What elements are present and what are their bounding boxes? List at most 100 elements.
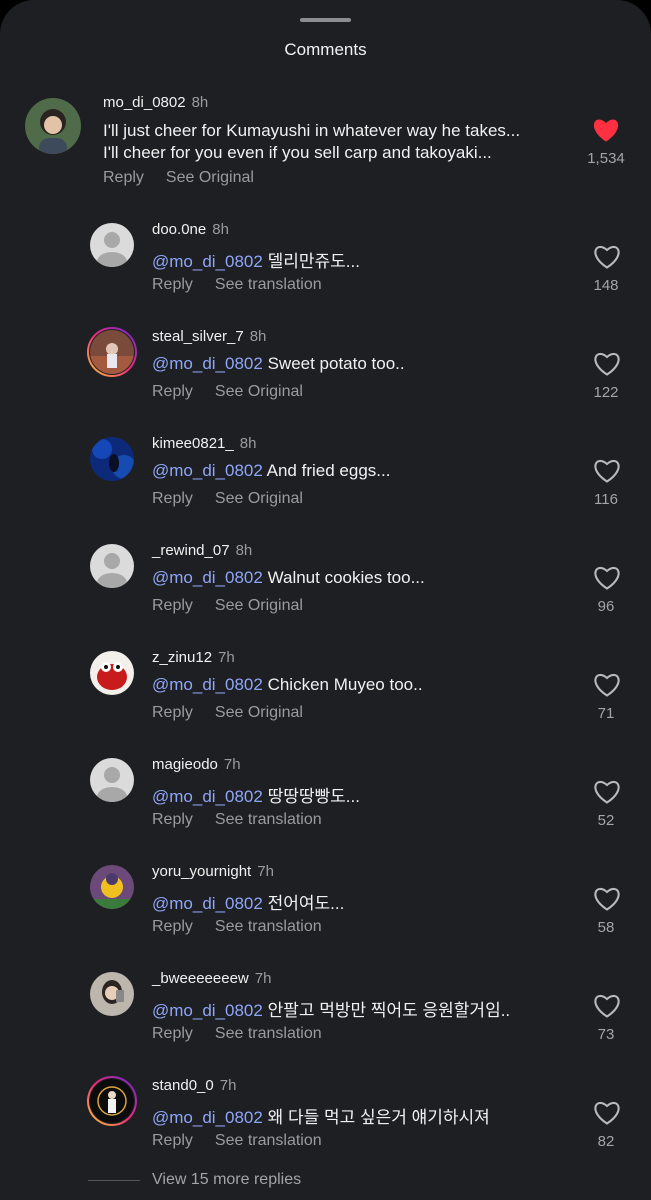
timestamp: 7h	[223, 756, 241, 773]
see-translation-button[interactable]: See translation	[215, 276, 322, 293]
heart-filled-icon[interactable]	[592, 117, 620, 143]
reply-button[interactable]: Reply	[103, 169, 144, 186]
reply-comment: magieodo 7h @mo_di_0802 땅땅땅빵도... Reply See…	[0, 750, 651, 850]
reply-button[interactable]: Reply	[152, 1132, 193, 1149]
avatar[interactable]	[90, 330, 134, 374]
timestamp: 8h	[191, 94, 209, 111]
see-original-button[interactable]: See Original	[215, 597, 303, 614]
mention-link[interactable]: @mo_di_0802	[152, 252, 263, 271]
mention-link[interactable]: @mo_di_0802	[152, 787, 263, 806]
reply-button[interactable]: Reply	[152, 490, 193, 507]
avatar[interactable]	[25, 98, 81, 154]
heart-outline-icon[interactable]	[593, 565, 621, 591]
username[interactable]: kimee0821_	[152, 435, 234, 452]
timestamp: 7h	[218, 649, 235, 666]
avatar[interactable]	[90, 437, 134, 481]
see-translation-button[interactable]: See translation	[215, 1025, 322, 1042]
drag-handle[interactable]	[300, 18, 351, 22]
see-original-button[interactable]: See Original	[166, 169, 254, 186]
reply-comment: _bweeeeeeew 7h @mo_di_0802 안팔고 먹방만 찍어도 응원…	[0, 964, 651, 1064]
like-count: 96	[597, 598, 615, 615]
heart-outline-icon[interactable]	[593, 993, 621, 1019]
reply-button[interactable]: Reply	[152, 276, 193, 293]
heart-outline-icon[interactable]	[593, 779, 621, 805]
see-original-button[interactable]: See Original	[215, 704, 303, 721]
username[interactable]: z_zinu12	[152, 649, 212, 666]
mention-link[interactable]: @mo_di_0802	[152, 1001, 263, 1020]
username[interactable]: steal_silver_7	[152, 328, 244, 345]
timestamp: 8h	[235, 542, 253, 559]
reply-comment: kimee0821_ 8h @mo_di_0802 And fried eggs.…	[0, 429, 651, 529]
comment-text: 안팔고 먹방만 찍어도 응원할거임..	[267, 1001, 511, 1020]
avatar[interactable]	[90, 1079, 134, 1123]
avatar[interactable]	[90, 651, 134, 695]
reply-button[interactable]: Reply	[152, 918, 193, 935]
username[interactable]: _bweeeeeeew	[152, 970, 249, 987]
avatar[interactable]	[90, 223, 134, 267]
username[interactable]: magieodo	[152, 756, 218, 773]
mention-link[interactable]: @mo_di_0802	[152, 1108, 263, 1127]
username[interactable]: mo_di_0802	[103, 94, 186, 111]
comment-text: And fried eggs...	[266, 461, 391, 480]
comment-text: 델리만쥬도...	[267, 252, 360, 271]
timestamp: 7h	[254, 970, 272, 987]
reply-button[interactable]: Reply	[152, 1025, 193, 1042]
sheet-title: Comments	[284, 40, 367, 59]
heart-outline-icon[interactable]	[593, 886, 621, 912]
reply-comment: _rewind_07 8h @mo_di_0802 Walnut cookies …	[0, 536, 651, 636]
mention-link[interactable]: @mo_di_0802	[152, 894, 263, 913]
reply-button[interactable]: Reply	[152, 704, 193, 721]
timestamp: 7h	[257, 863, 274, 880]
like-count: 1,534	[587, 150, 625, 167]
username[interactable]: stand0_0	[152, 1077, 214, 1094]
reply-button[interactable]: Reply	[152, 597, 193, 614]
comments-sheet: Comments mo_di_0802 8h I'll just cheer fo…	[0, 0, 651, 1200]
mention-link[interactable]: @mo_di_0802	[152, 354, 263, 373]
avatar[interactable]	[90, 758, 134, 802]
comment-text-line-2: I'll cheer for you even if you sell carp…	[103, 143, 492, 162]
comment-text: Sweet potato too..	[267, 354, 405, 373]
see-translation-button[interactable]: See translation	[215, 811, 322, 828]
view-more-replies-button[interactable]: View 15 more replies	[152, 1171, 301, 1189]
comment-text: 전어여도...	[267, 894, 345, 913]
like-count: 73	[597, 1026, 615, 1043]
comment-text-line-1: I'll just cheer for Kumayushi in whateve…	[103, 121, 521, 140]
mention-link[interactable]: @mo_di_0802	[152, 568, 263, 587]
username[interactable]: yoru_yournight	[152, 863, 251, 880]
see-translation-button[interactable]: See translation	[215, 918, 322, 935]
comment-text: 땅땅땅빵도...	[267, 787, 360, 806]
like-count: 58	[597, 919, 615, 936]
avatar[interactable]	[90, 544, 134, 588]
reply-comment: stand0_0 7h @mo_di_0802 왜 다들 먹고 싶은거 얘기하시져…	[0, 1071, 651, 1171]
mention-link[interactable]: @mo_di_0802	[152, 675, 263, 694]
divider	[88, 1180, 140, 1181]
timestamp: 8h	[212, 221, 229, 238]
avatar[interactable]	[90, 865, 134, 909]
like-count: 122	[593, 384, 619, 401]
avatar[interactable]	[90, 972, 134, 1016]
comment-text: Chicken Muyeo too..	[267, 675, 423, 694]
see-original-button[interactable]: See Original	[215, 383, 303, 400]
see-original-button[interactable]: See Original	[215, 490, 303, 507]
heart-outline-icon[interactable]	[593, 351, 621, 377]
like-count: 116	[594, 491, 618, 508]
reply-comment: steal_silver_7 8h @mo_di_0802 Sweet potat…	[0, 322, 651, 422]
like-count: 71	[597, 705, 615, 722]
username[interactable]: _rewind_07	[152, 542, 230, 559]
username[interactable]: doo.0ne	[152, 221, 206, 238]
timestamp: 8h	[249, 328, 267, 345]
comment-text: 왜 다들 먹고 싶은거 얘기하시져	[267, 1108, 490, 1127]
comment: mo_di_0802 8h I'll just cheer for Kumayus…	[0, 92, 651, 192]
heart-outline-icon[interactable]	[593, 1100, 621, 1126]
heart-outline-icon[interactable]	[593, 244, 621, 270]
heart-outline-icon[interactable]	[593, 458, 621, 484]
comment-text: Walnut cookies too...	[267, 568, 425, 587]
reply-button[interactable]: Reply	[152, 383, 193, 400]
like-count: 52	[597, 812, 615, 829]
reply-button[interactable]: Reply	[152, 811, 193, 828]
see-translation-button[interactable]: See translation	[215, 1132, 322, 1149]
reply-comment: z_zinu12 7h @mo_di_0802 Chicken Muyeo too…	[0, 643, 651, 743]
mention-link[interactable]: @mo_di_0802	[152, 461, 263, 480]
timestamp: 8h	[239, 435, 257, 452]
heart-outline-icon[interactable]	[593, 672, 621, 698]
